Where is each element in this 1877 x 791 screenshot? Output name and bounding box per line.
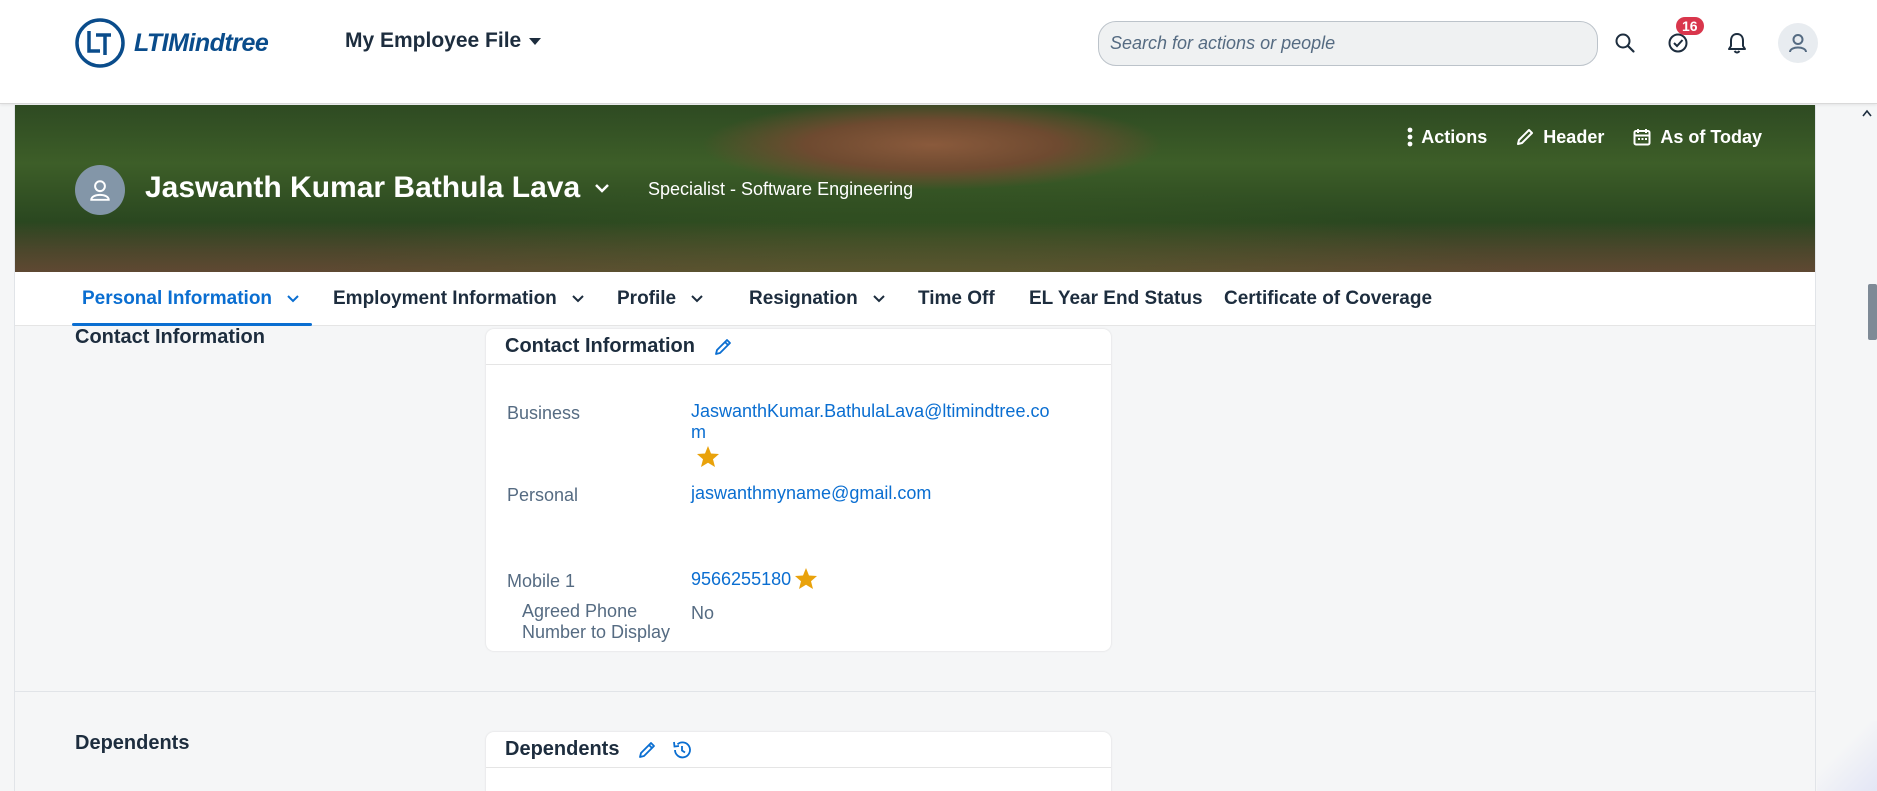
bell-icon[interactable] [1722, 28, 1752, 58]
user-avatar-button[interactable] [1778, 23, 1818, 63]
mobile-label: Mobile 1 [507, 571, 576, 591]
business-email-label: Business [507, 403, 581, 423]
personal-email-link[interactable]: jaswanthmyname@gmail.com [691, 483, 931, 504]
section-tabs: Personal Information Employment Informat… [15, 272, 1815, 326]
card-header: Dependents [486, 732, 1111, 768]
tab-label: Employment Information [333, 288, 557, 309]
background-decoration [1817, 721, 1877, 791]
pencil-icon [1517, 129, 1534, 145]
contact-information-card: Contact Information Business JaswanthKum… [486, 329, 1111, 651]
agreed-phone-label: Agreed Phone Number to Display [522, 601, 670, 643]
more-vertical-icon [1407, 127, 1413, 147]
chevron-down-icon [873, 295, 885, 303]
tab-profile[interactable]: Profile [617, 272, 704, 326]
company-logo[interactable]: LTIMindtree [74, 17, 269, 69]
agreed-phone-value: No [691, 603, 715, 623]
tab-label: Certificate of Coverage [1224, 288, 1433, 309]
app-title-menu[interactable]: My Employee File [345, 29, 542, 53]
scrollbar-thumb[interactable] [1868, 284, 1877, 340]
user-icon [90, 180, 110, 201]
tab-label: Time Off [918, 288, 995, 309]
edit-pencil-icon[interactable] [713, 337, 733, 357]
primary-star-icon [697, 446, 719, 467]
actions-button[interactable]: Actions [1407, 126, 1487, 148]
lt-logo-icon [75, 18, 125, 68]
history-icon[interactable] [671, 739, 693, 761]
scroll-up-arrow-icon[interactable] [1861, 108, 1873, 120]
search-input[interactable]: Search for actions or people [1098, 21, 1598, 66]
agreed-phone-label-line: Agreed Phone [522, 601, 638, 621]
header-edit-label: Header [1543, 126, 1605, 147]
dependents-card: Dependents [486, 732, 1111, 791]
caret-down-icon [529, 37, 542, 45]
employee-file-page: Jaswanth Kumar Bathula Lava Specialist -… [14, 105, 1816, 791]
app-title: My Employee File [345, 29, 522, 52]
card-header: Contact Information [486, 329, 1111, 365]
edit-pencil-icon[interactable] [637, 740, 657, 760]
card-title: Dependents [505, 738, 620, 760]
business-email-link[interactable]: JaswanthKumar.BathulaLava@ltimindtree.co… [691, 401, 1049, 443]
as-of-today-button[interactable]: As of Today [1632, 126, 1762, 148]
logo-text: LTIMindtree [134, 28, 269, 57]
header-actions: Actions Header As of Today [1407, 126, 1762, 148]
user-icon [1789, 34, 1807, 53]
chevron-down-icon [572, 295, 584, 303]
personal-email-label: Personal [507, 485, 579, 505]
dependents-section-title: Dependents [75, 732, 190, 754]
agreed-phone-label-line: Number to Display [522, 622, 671, 642]
tab-certificate-of-coverage[interactable]: Certificate of Coverage [1224, 272, 1432, 326]
shell-bar: LTIMindtree My Employee File Search for … [0, 0, 1877, 104]
business-email-line: m [691, 422, 706, 442]
notification-count-badge: 16 [1676, 17, 1704, 35]
tab-time-off[interactable]: Time Off [918, 272, 995, 326]
contact-section-title: Contact Information [75, 326, 265, 348]
tab-label: Personal Information [82, 288, 273, 309]
tab-label: Profile [617, 288, 677, 309]
primary-star-icon [795, 568, 817, 589]
employee-name: Jaswanth Kumar Bathula Lava [145, 171, 581, 204]
business-email-line: JaswanthKumar.BathulaLava@ltimindtree.co [691, 401, 1050, 421]
tab-el-year-end-status[interactable]: EL Year End Status [1029, 272, 1203, 326]
profile-header: Jaswanth Kumar Bathula Lava Specialist -… [15, 105, 1815, 272]
tab-personal-information[interactable]: Personal Information [71, 272, 313, 326]
employee-name-menu[interactable]: Jaswanth Kumar Bathula Lava [145, 171, 610, 205]
employee-avatar [75, 165, 125, 215]
chevron-down-icon [595, 184, 610, 193]
search-placeholder: Search for actions or people [1110, 33, 1336, 53]
tab-label: EL Year End Status [1029, 288, 1203, 309]
tab-label: Resignation [749, 288, 858, 309]
header-edit-button[interactable]: Header [1515, 126, 1604, 148]
chevron-down-icon [287, 295, 299, 303]
actions-label: Actions [1421, 126, 1488, 147]
employee-role: Specialist - Software Engineering [648, 179, 914, 199]
section-divider [15, 691, 1815, 692]
as-of-today-label: As of Today [1660, 126, 1762, 147]
chevron-down-icon [691, 295, 703, 303]
tab-employment-information[interactable]: Employment Information [333, 272, 585, 326]
search-icon[interactable] [1610, 28, 1640, 58]
card-title: Contact Information [505, 335, 695, 357]
mobile-number-link[interactable]: 9566255180 [691, 569, 791, 590]
tab-resignation[interactable]: Resignation [749, 272, 886, 326]
calendar-icon [1633, 129, 1651, 146]
